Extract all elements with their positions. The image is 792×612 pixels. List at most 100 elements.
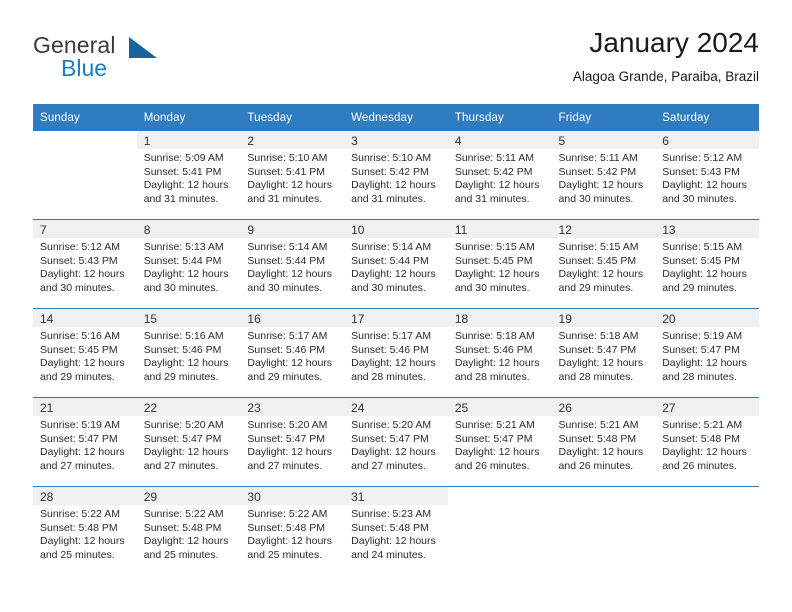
day-number: 20 <box>662 312 676 326</box>
daylight-duration-line1: Daylight: 12 hours <box>143 268 229 280</box>
calendar-day-cell[interactable]: 21 Sunrise: 5:19 AM Sunset: 5:47 PM Dayligh… <box>33 397 137 487</box>
daylight-duration-line1: Daylight: 12 hours <box>247 268 333 280</box>
sunrise-time: Sunrise: 5:13 AM <box>143 241 224 253</box>
calendar-day-cell[interactable]: 27 Sunrise: 5:21 AM Sunset: 5:48 PM Dayligh… <box>655 397 759 487</box>
calendar-day-cell[interactable]: 25 Sunrise: 5:21 AM Sunset: 5:47 PM Dayligh… <box>447 397 552 487</box>
sunrise-time: Sunrise: 5:16 AM <box>40 330 120 342</box>
calendar-day-cell[interactable]: 8 Sunrise: 5:13 AM Sunset: 5:44 PM Daylight… <box>136 219 241 309</box>
day-details: Sunrise: 5:13 AM Sunset: 5:44 PM Daylight:… <box>137 238 241 295</box>
daylight-duration-line2: and 29 minutes. <box>662 281 737 294</box>
calendar-day-cell[interactable]: 23 Sunrise: 5:20 AM Sunset: 5:47 PM Dayligh… <box>240 397 345 487</box>
day-number: 2 <box>247 134 255 148</box>
sunrise-time: Sunrise: 5:11 AM <box>558 152 638 164</box>
daylight-duration-line2: and 28 minutes. <box>662 370 737 383</box>
sunrise-time: Sunrise: 5:21 AM <box>558 419 639 431</box>
sunrise-time: Sunrise: 5:21 AM <box>454 419 535 431</box>
weekday-header-monday: Monday <box>136 104 241 131</box>
day-cell-content: 10 Sunrise: 5:14 AM Sunset: 5:44 PM Dayligh… <box>344 220 448 308</box>
daylight-duration-line2: and 30 minutes. <box>143 281 219 294</box>
calendar-day-cell[interactable]: 31 Sunrise: 5:23 AM Sunset: 5:48 PM Dayligh… <box>344 486 448 575</box>
day-number: 13 <box>662 223 676 237</box>
day-number-bar: 2 <box>240 131 345 149</box>
calendar-day-cell[interactable]: 9 Sunrise: 5:14 AM Sunset: 5:44 PM Daylight… <box>240 219 345 309</box>
calendar-day-cell[interactable]: 30 Sunrise: 5:22 AM Sunset: 5:48 PM Dayligh… <box>240 486 345 575</box>
day-cell-content: 30 Sunrise: 5:22 AM Sunset: 5:48 PM Dayligh… <box>240 487 345 575</box>
calendar-day-cell[interactable]: 29 Sunrise: 5:22 AM Sunset: 5:48 PM Dayligh… <box>136 486 241 575</box>
day-cell-content <box>552 487 656 575</box>
calendar-day-cell[interactable]: 3 Sunrise: 5:10 AM Sunset: 5:42 PM Daylight… <box>344 131 448 220</box>
day-number-bar: 13 <box>655 220 759 238</box>
daylight-duration-line1: Daylight: 12 hours <box>247 179 333 191</box>
calendar-day-cell[interactable]: 6 Sunrise: 5:12 AM Sunset: 5:43 PM Daylight… <box>655 131 759 220</box>
day-cell-content: 3 Sunrise: 5:10 AM Sunset: 5:42 PM Daylight… <box>344 131 448 219</box>
calendar-day-cell[interactable]: 20 Sunrise: 5:19 AM Sunset: 5:47 PM Dayligh… <box>655 308 759 398</box>
general-blue-logo[interactable]: General Blue <box>33 32 213 88</box>
calendar-day-cell[interactable]: 22 Sunrise: 5:20 AM Sunset: 5:47 PM Dayligh… <box>136 397 241 487</box>
day-details: Sunrise: 5:15 AM Sunset: 5:45 PM Daylight:… <box>448 238 552 295</box>
day-cell-content: 1 Sunrise: 5:09 AM Sunset: 5:41 PM Daylight… <box>136 131 241 219</box>
day-number-bar: 21 <box>33 398 137 416</box>
daylight-duration-line1: Daylight: 12 hours <box>40 357 125 369</box>
title-block: January 2024 Alagoa Grande, Paraiba, Bra… <box>573 26 759 87</box>
sunrise-time: Sunrise: 5:20 AM <box>247 419 328 431</box>
calendar-day-cell[interactable]: 16 Sunrise: 5:17 AM Sunset: 5:46 PM Dayligh… <box>240 308 345 398</box>
calendar-day-cell[interactable]: 26 Sunrise: 5:21 AM Sunset: 5:48 PM Dayligh… <box>551 397 656 487</box>
calendar-day-cell[interactable]: 14 Sunrise: 5:16 AM Sunset: 5:45 PM Dayligh… <box>33 308 137 398</box>
calendar-day-cell[interactable]: 11 Sunrise: 5:15 AM Sunset: 5:45 PM Dayligh… <box>447 219 552 309</box>
daylight-duration-line2: and 28 minutes. <box>454 370 530 383</box>
daylight-duration-line2: and 28 minutes. <box>351 370 426 383</box>
daylight-duration-line2: and 28 minutes. <box>558 370 634 383</box>
daylight-duration-line2: and 31 minutes. <box>247 192 323 205</box>
sunset-time: Sunset: 5:42 PM <box>454 165 533 178</box>
daylight-duration-line2: and 29 minutes. <box>247 370 323 383</box>
day-number-bar: 31 <box>344 487 448 505</box>
calendar-week-row: 14 Sunrise: 5:16 AM Sunset: 5:45 PM Dayligh… <box>33 308 759 398</box>
calendar-day-cell[interactable]: 18 Sunrise: 5:18 AM Sunset: 5:46 PM Dayligh… <box>447 308 552 398</box>
weekday-header-sunday: Sunday <box>33 104 137 131</box>
sunrise-time: Sunrise: 5:21 AM <box>662 419 743 431</box>
calendar-day-cell[interactable]: 2 Sunrise: 5:10 AM Sunset: 5:41 PM Daylight… <box>240 131 345 220</box>
daylight-duration-line1: Daylight: 12 hours <box>558 357 644 369</box>
calendar-day-cell[interactable]: 19 Sunrise: 5:18 AM Sunset: 5:47 PM Dayligh… <box>551 308 656 398</box>
day-details: Sunrise: 5:20 AM Sunset: 5:47 PM Daylight:… <box>240 416 344 473</box>
day-cell-content: 13 Sunrise: 5:15 AM Sunset: 5:45 PM Dayligh… <box>655 220 759 308</box>
day-number-bar: 6 <box>655 131 759 149</box>
calendar-day-cell[interactable]: 13 Sunrise: 5:15 AM Sunset: 5:45 PM Dayligh… <box>655 219 759 309</box>
daylight-duration-line1: Daylight: 12 hours <box>454 446 540 458</box>
daylight-duration-line1: Daylight: 12 hours <box>143 535 229 547</box>
sunrise-time: Sunrise: 5:16 AM <box>143 330 224 342</box>
day-number: 30 <box>247 490 261 504</box>
daylight-duration-line2: and 29 minutes. <box>558 281 634 294</box>
calendar-day-cell[interactable]: 17 Sunrise: 5:17 AM Sunset: 5:46 PM Dayligh… <box>344 308 448 398</box>
daylight-duration-line2: and 29 minutes. <box>143 370 219 383</box>
calendar-day-cell[interactable]: 1 Sunrise: 5:09 AM Sunset: 5:41 PM Daylight… <box>136 131 241 220</box>
calendar-day-cell[interactable]: 4 Sunrise: 5:11 AM Sunset: 5:42 PM Daylight… <box>447 131 552 220</box>
day-number: 9 <box>247 223 255 237</box>
sunset-time: Sunset: 5:46 PM <box>351 343 429 356</box>
calendar-day-cell <box>551 486 656 575</box>
calendar-day-cell[interactable]: 28 Sunrise: 5:22 AM Sunset: 5:48 PM Dayligh… <box>33 486 137 575</box>
daylight-duration-line1: Daylight: 12 hours <box>247 535 333 547</box>
calendar-day-cell[interactable]: 10 Sunrise: 5:14 AM Sunset: 5:44 PM Dayligh… <box>344 219 448 309</box>
sunrise-time: Sunrise: 5:10 AM <box>247 152 328 164</box>
calendar-day-cell[interactable]: 15 Sunrise: 5:16 AM Sunset: 5:46 PM Dayligh… <box>136 308 241 398</box>
day-number-bar: 10 <box>344 220 448 238</box>
day-details: Sunrise: 5:14 AM Sunset: 5:44 PM Daylight:… <box>344 238 448 295</box>
day-number-bar: 20 <box>655 309 759 327</box>
daylight-duration-line2: and 27 minutes. <box>351 459 426 472</box>
calendar-day-cell[interactable]: 7 Sunrise: 5:12 AM Sunset: 5:43 PM Daylight… <box>33 219 137 309</box>
day-number-bar: 18 <box>447 309 552 327</box>
location-subtitle: Alagoa Grande, Paraiba, Brazil <box>572 69 759 84</box>
day-cell-content: 26 Sunrise: 5:21 AM Sunset: 5:48 PM Dayligh… <box>551 398 656 486</box>
day-number-bar: 11 <box>447 220 552 238</box>
calendar-week-row: 28 Sunrise: 5:22 AM Sunset: 5:48 PM Dayligh… <box>33 486 759 575</box>
daylight-duration-line1: Daylight: 12 hours <box>351 446 436 458</box>
daylight-duration-line2: and 26 minutes. <box>454 459 530 472</box>
calendar-day-cell[interactable]: 5 Sunrise: 5:11 AM Sunset: 5:42 PM Daylight… <box>551 131 656 220</box>
daylight-duration-line2: and 25 minutes. <box>40 548 115 561</box>
day-number-bar: 23 <box>240 398 345 416</box>
day-number-bar: 1 <box>136 131 241 149</box>
calendar-day-cell[interactable]: 24 Sunrise: 5:20 AM Sunset: 5:47 PM Dayligh… <box>344 397 448 487</box>
calendar-day-cell[interactable]: 12 Sunrise: 5:15 AM Sunset: 5:45 PM Dayligh… <box>551 219 656 309</box>
sunset-time: Sunset: 5:47 PM <box>558 343 637 356</box>
